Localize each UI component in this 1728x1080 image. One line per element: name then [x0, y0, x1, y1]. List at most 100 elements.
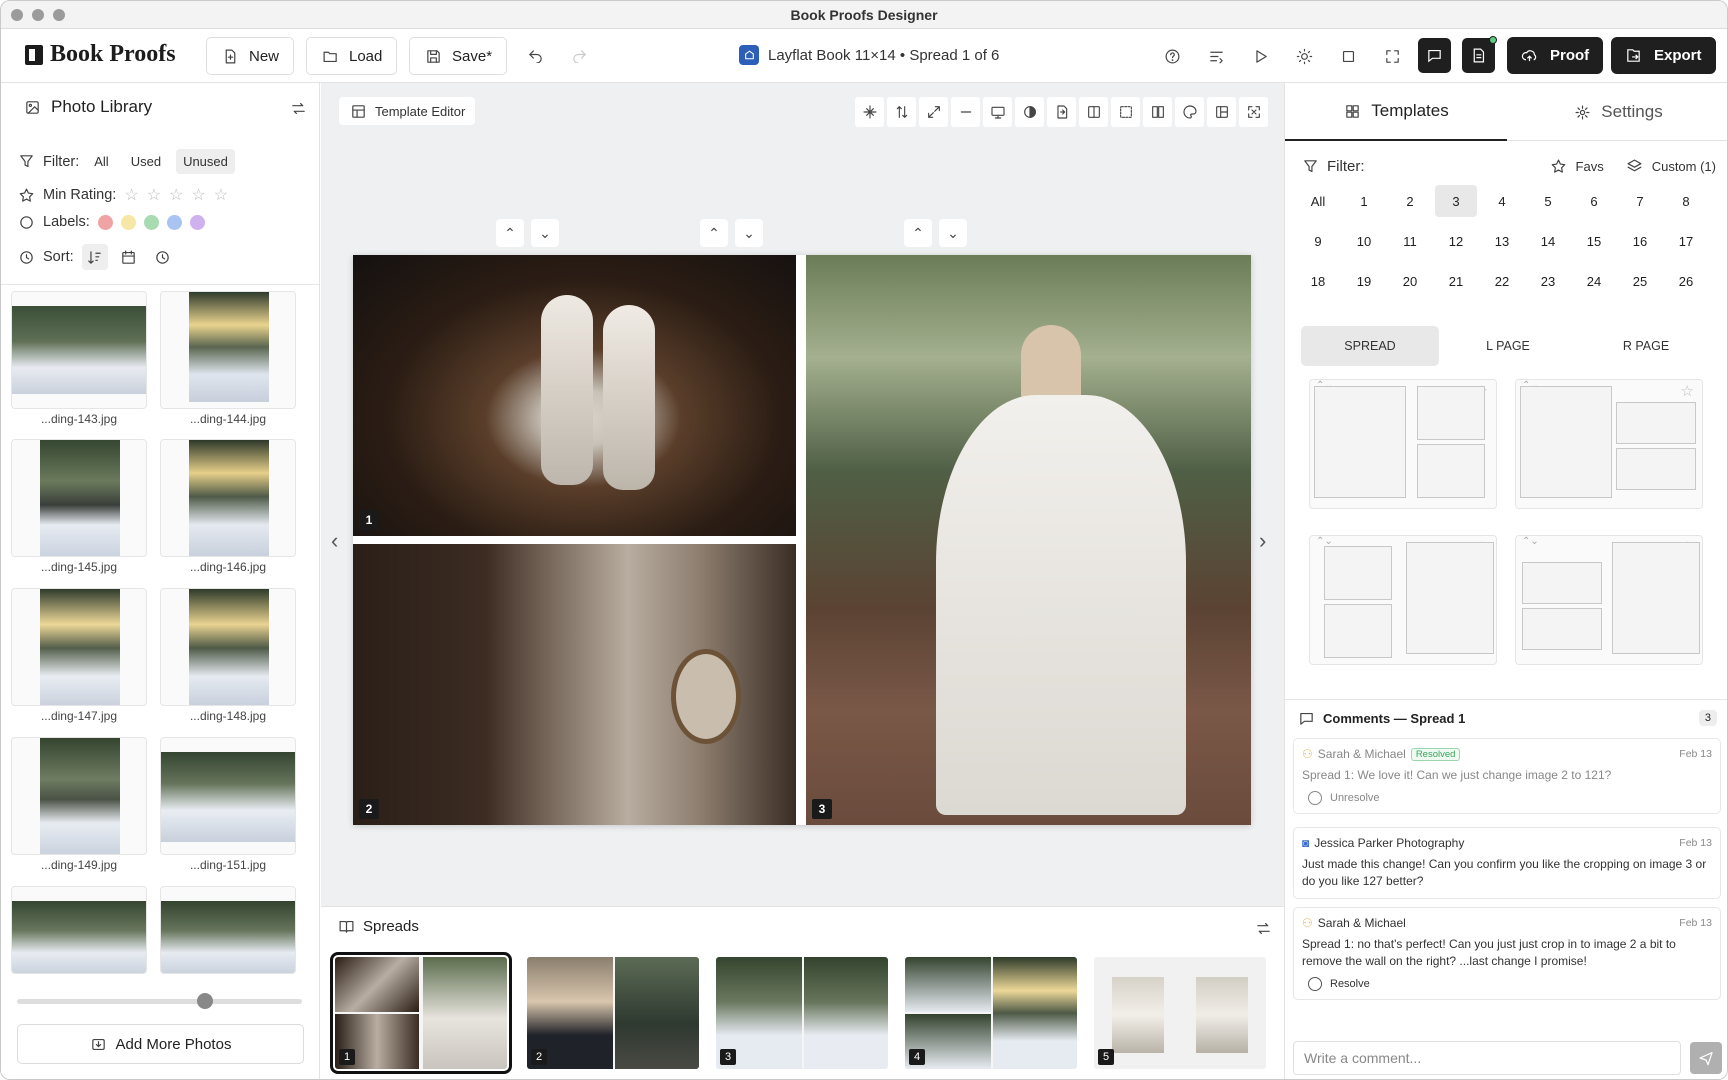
palette-icon[interactable]: [1175, 97, 1204, 127]
flip-icon[interactable]: [1047, 97, 1076, 127]
photo-thumb[interactable]: [11, 588, 147, 706]
photo-slot-2[interactable]: 2: [353, 544, 796, 825]
favs-filter[interactable]: Favs: [1550, 157, 1604, 175]
save-button[interactable]: Save*: [409, 37, 508, 75]
sort-time-button[interactable]: [150, 244, 176, 270]
count-option[interactable]: 21: [1435, 265, 1477, 297]
split-icon[interactable]: [1079, 97, 1108, 127]
photo-thumb[interactable]: [160, 886, 296, 974]
count-option[interactable]: 16: [1619, 225, 1661, 257]
template-card[interactable]: ⌃⌄ ☆: [1309, 535, 1497, 665]
sort-date-button[interactable]: [116, 244, 142, 270]
photo-thumb[interactable]: [11, 886, 147, 974]
zoom-window-button[interactable]: [53, 9, 65, 21]
tab-templates[interactable]: Templates: [1285, 83, 1507, 141]
label-green[interactable]: [143, 214, 159, 230]
new-button[interactable]: New: [206, 37, 295, 75]
comment-input[interactable]: Write a comment...: [1293, 1041, 1681, 1075]
select-area-icon[interactable]: [1111, 97, 1140, 127]
redo-icon[interactable]: [570, 45, 588, 63]
mode-right-page[interactable]: R PAGE: [1577, 326, 1715, 366]
add-more-photos-button[interactable]: Add More Photos: [17, 1024, 304, 1064]
photo-thumb[interactable]: [160, 291, 296, 409]
minus-icon[interactable]: [951, 97, 980, 127]
undo-icon[interactable]: [526, 45, 544, 63]
columns-icon[interactable]: [1143, 97, 1172, 127]
label-yellow[interactable]: [120, 214, 136, 230]
minimize-window-button[interactable]: [32, 9, 44, 21]
photo-thumb[interactable]: [11, 439, 147, 557]
mode-left-page[interactable]: L PAGE: [1439, 326, 1577, 366]
count-option[interactable]: 2: [1389, 185, 1431, 217]
photo-thumb[interactable]: [160, 737, 296, 855]
rating-star-5[interactable]: ☆: [214, 185, 228, 205]
image-settings-icon[interactable]: [983, 97, 1012, 127]
count-option[interactable]: 10: [1343, 225, 1385, 257]
comments-toggle-button[interactable]: [1418, 38, 1451, 73]
panels-icon[interactable]: [1207, 97, 1236, 127]
load-button[interactable]: Load: [306, 37, 398, 75]
fullscreen-icon[interactable]: [1382, 46, 1402, 66]
filter-unused[interactable]: Unused: [176, 149, 235, 174]
next-spread-icon[interactable]: ›: [1259, 528, 1266, 554]
template-card[interactable]: ⌃⌄ ☆: [1515, 379, 1703, 509]
count-option[interactable]: 1: [1343, 185, 1385, 217]
rating-star-4[interactable]: ☆: [191, 185, 205, 205]
spread-thumb-3[interactable]: 3: [716, 957, 888, 1069]
square-icon[interactable]: [1338, 46, 1358, 66]
count-option[interactable]: 25: [1619, 265, 1661, 297]
spread-thumb-1[interactable]: 1: [330, 952, 512, 1074]
template-card[interactable]: ⌃⌄ ☆: [1515, 535, 1703, 665]
send-comment-button[interactable]: [1690, 1042, 1722, 1074]
move-up-icon[interactable]: ⌃: [904, 219, 932, 247]
count-option[interactable]: 5: [1527, 185, 1569, 217]
photo-slot-3[interactable]: 3: [806, 255, 1251, 825]
photo-thumb[interactable]: [160, 588, 296, 706]
move-down-icon[interactable]: ⌄: [939, 219, 967, 247]
count-option[interactable]: 11: [1389, 225, 1431, 257]
custom-filter[interactable]: Custom (1): [1626, 157, 1716, 175]
auto-fill-icon[interactable]: [855, 97, 884, 127]
contrast-icon[interactable]: [1015, 97, 1044, 127]
swap-panels-icon[interactable]: [289, 99, 307, 117]
thumbnail-size-slider[interactable]: [17, 993, 302, 1009]
template-editor-button[interactable]: Template Editor: [339, 97, 476, 125]
count-option[interactable]: 7: [1619, 185, 1661, 217]
count-option[interactable]: 9: [1297, 225, 1339, 257]
favorite-star-icon[interactable]: ☆: [1681, 382, 1694, 400]
maximize-icon[interactable]: [1239, 97, 1268, 127]
play-icon[interactable]: [1250, 46, 1270, 66]
photo-thumb[interactable]: [160, 439, 296, 557]
move-up-icon[interactable]: ⌃: [496, 219, 524, 247]
list-settings-icon[interactable]: [1206, 46, 1226, 66]
swap-icon[interactable]: [1254, 919, 1272, 937]
filter-used[interactable]: Used: [124, 149, 168, 174]
spread-thumb-4[interactable]: 4: [905, 957, 1077, 1069]
count-option[interactable]: 12: [1435, 225, 1477, 257]
unresolve-button[interactable]: Unresolve: [1302, 791, 1712, 805]
count-option[interactable]: 14: [1527, 225, 1569, 257]
tab-settings[interactable]: Settings: [1507, 83, 1727, 141]
move-down-icon[interactable]: ⌄: [531, 219, 559, 247]
label-blue[interactable]: [166, 214, 182, 230]
count-option-selected[interactable]: 3: [1435, 185, 1477, 217]
proof-button[interactable]: Proof: [1507, 37, 1604, 74]
help-icon[interactable]: [1162, 46, 1182, 66]
move-up-icon[interactable]: ⌃: [700, 219, 728, 247]
label-purple[interactable]: [189, 214, 205, 230]
count-option[interactable]: 15: [1573, 225, 1615, 257]
rating-star-3[interactable]: ☆: [169, 185, 183, 205]
count-all[interactable]: All: [1297, 185, 1339, 217]
previous-spread-icon[interactable]: ‹: [331, 528, 338, 554]
count-option[interactable]: 4: [1481, 185, 1523, 217]
resolve-button[interactable]: Resolve: [1302, 977, 1712, 991]
rating-star-2[interactable]: ☆: [147, 185, 161, 205]
count-option[interactable]: 24: [1573, 265, 1615, 297]
sort-name-button[interactable]: [81, 244, 108, 270]
count-option[interactable]: 17: [1665, 225, 1707, 257]
spread-thumb-5[interactable]: 5: [1094, 957, 1266, 1069]
sun-icon[interactable]: [1294, 46, 1314, 66]
count-option[interactable]: 13: [1481, 225, 1523, 257]
filter-all[interactable]: All: [87, 149, 115, 174]
swap-vertical-icon[interactable]: [887, 97, 916, 127]
